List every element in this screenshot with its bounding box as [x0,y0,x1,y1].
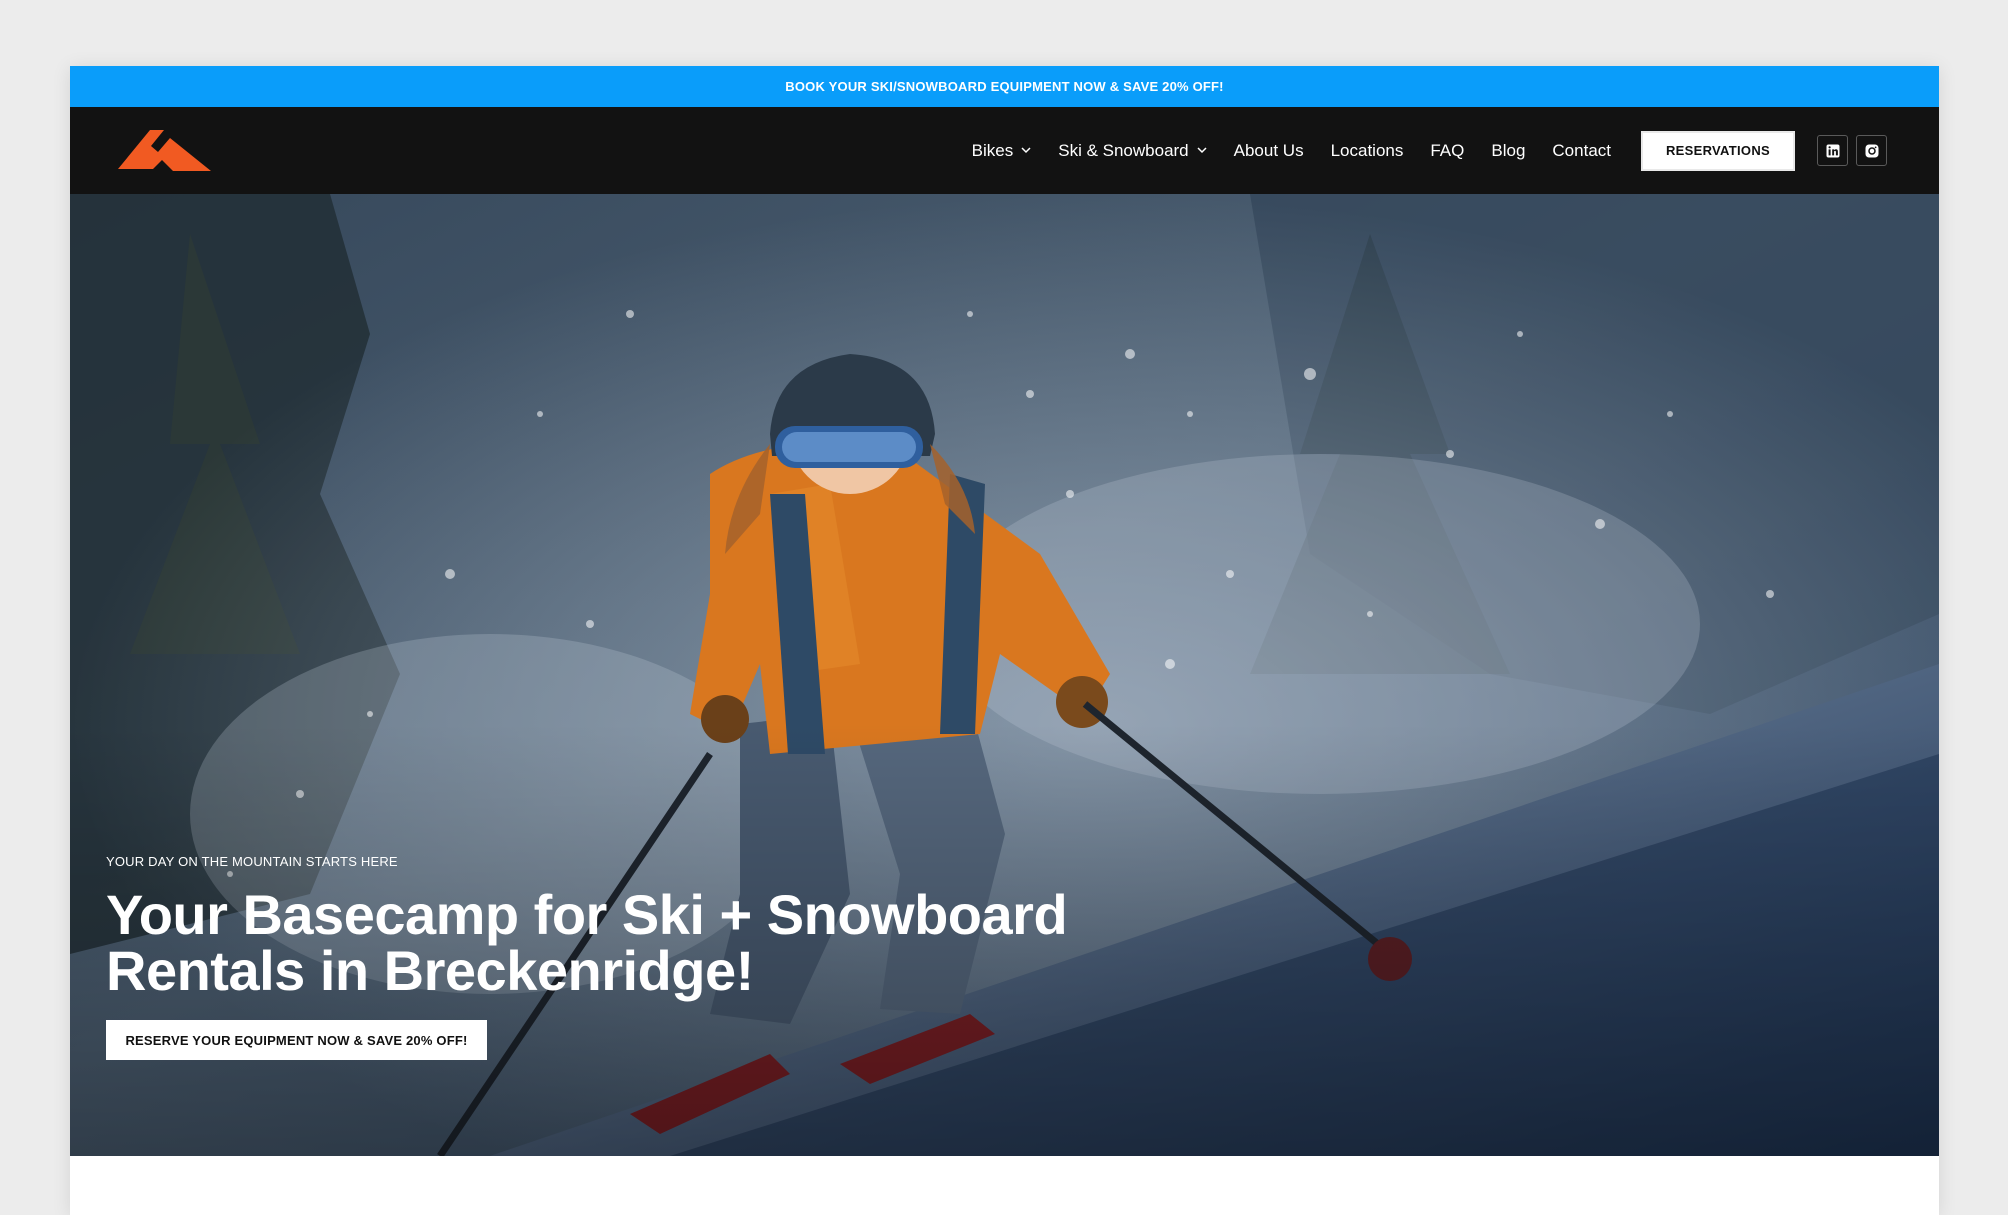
nav-item-blog[interactable]: Blog [1491,141,1525,161]
nav-item-label: About Us [1233,140,1304,160]
instagram-icon [1865,144,1878,157]
hero-eyebrow: YOUR DAY ON THE MOUNTAIN STARTS HERE [106,854,398,869]
chevron-down-icon [1197,147,1207,154]
reservations-button[interactable]: RESERVATIONS [1641,130,1795,171]
nav-item-label: FAQ [1430,140,1465,160]
browser-page: BOOK YOUR SKI/SNOWBOARD EQUIPMENT NOW & … [70,66,1939,1215]
page-content-start [70,1156,1939,1215]
instagram-link[interactable] [1856,135,1887,166]
chevron-down-icon [1021,147,1031,154]
nav-item-contact[interactable]: Contact [1552,141,1611,161]
nav-item-label: Blog [1491,140,1526,160]
nav-item-faq[interactable]: FAQ [1430,141,1464,161]
linkedin-icon [1826,144,1839,157]
nav-item-label: Contact [1552,140,1611,160]
reserve-equipment-button[interactable]: RESERVE YOUR EQUIPMENT NOW & SAVE 20% OF… [106,1020,487,1060]
nav-item-bikes[interactable]: Bikes [972,141,1032,161]
linkedin-link[interactable] [1817,135,1848,166]
hero-section: YOUR DAY ON THE MOUNTAIN STARTS HERE You… [70,194,1939,1156]
nav-menu: Bikes Ski & Snowboard About Us Locations… [972,107,1887,194]
promo-banner[interactable]: BOOK YOUR SKI/SNOWBOARD EQUIPMENT NOW & … [70,66,1939,107]
promo-text[interactable]: BOOK YOUR SKI/SNOWBOARD EQUIPMENT NOW & … [785,79,1223,94]
nav-item-about-us[interactable]: About Us [1234,141,1304,161]
hero-content: YOUR DAY ON THE MOUNTAIN STARTS HERE You… [106,854,1106,1060]
mountain-peak-icon[interactable] [118,124,211,174]
nav-item-ski-snowboard[interactable]: Ski & Snowboard [1058,140,1207,161]
nav-item-label: Bikes [971,140,1014,160]
hero-headline-line-2: Rentals in Breckenridge! [106,939,754,1002]
nav-item-label: Ski & Snowboard [1058,140,1189,160]
nav-item-label: Locations [1330,140,1404,160]
hero-headline-line-1: Your Basecamp for Ski + Snowboard [106,883,1068,946]
hero-headline: Your Basecamp for Ski + Snowboard Rental… [106,887,1106,999]
nav-item-locations[interactable]: Locations [1331,141,1404,161]
main-nav: Bikes Ski & Snowboard About Us Locations… [70,107,1939,194]
